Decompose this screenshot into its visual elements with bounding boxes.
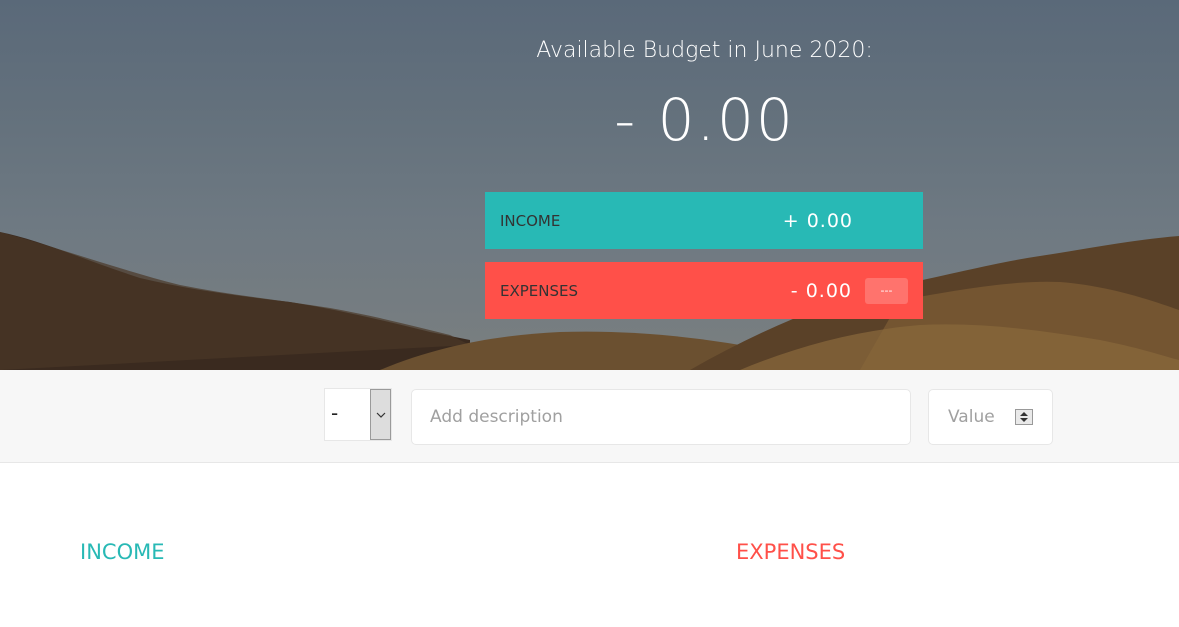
spin-down-icon[interactable] — [1020, 418, 1028, 422]
income-summary-value: + 0.00 — [782, 209, 853, 232]
income-list-title: INCOME — [80, 540, 165, 564]
expenses-summary-label: EXPENSES — [500, 281, 579, 300]
budget-title: Available Budget in June 2020: — [536, 38, 873, 63]
budget-value: - 0.00 — [614, 86, 795, 154]
type-select-value: - — [331, 401, 339, 425]
type-select[interactable]: - — [324, 388, 392, 441]
spinner-arrows-icon[interactable] — [1015, 409, 1033, 425]
description-input[interactable] — [411, 389, 911, 445]
chevron-down-icon[interactable] — [370, 389, 391, 440]
budget-header: Available Budget in June 2020: - 0.00 IN… — [0, 0, 1179, 370]
income-summary-label: INCOME — [500, 211, 561, 230]
add-item-bar: - — [0, 370, 1179, 463]
expenses-summary-value: - 0.00 — [790, 279, 852, 302]
income-summary: INCOME + 0.00 — [485, 192, 923, 249]
expenses-summary: EXPENSES - 0.00 --- — [485, 262, 923, 319]
expenses-percentage-badge: --- — [865, 277, 908, 304]
value-field[interactable] — [928, 389, 1053, 445]
spin-up-icon[interactable] — [1020, 412, 1028, 416]
expenses-list-title: EXPENSES — [736, 540, 846, 564]
value-input[interactable] — [929, 390, 1019, 444]
